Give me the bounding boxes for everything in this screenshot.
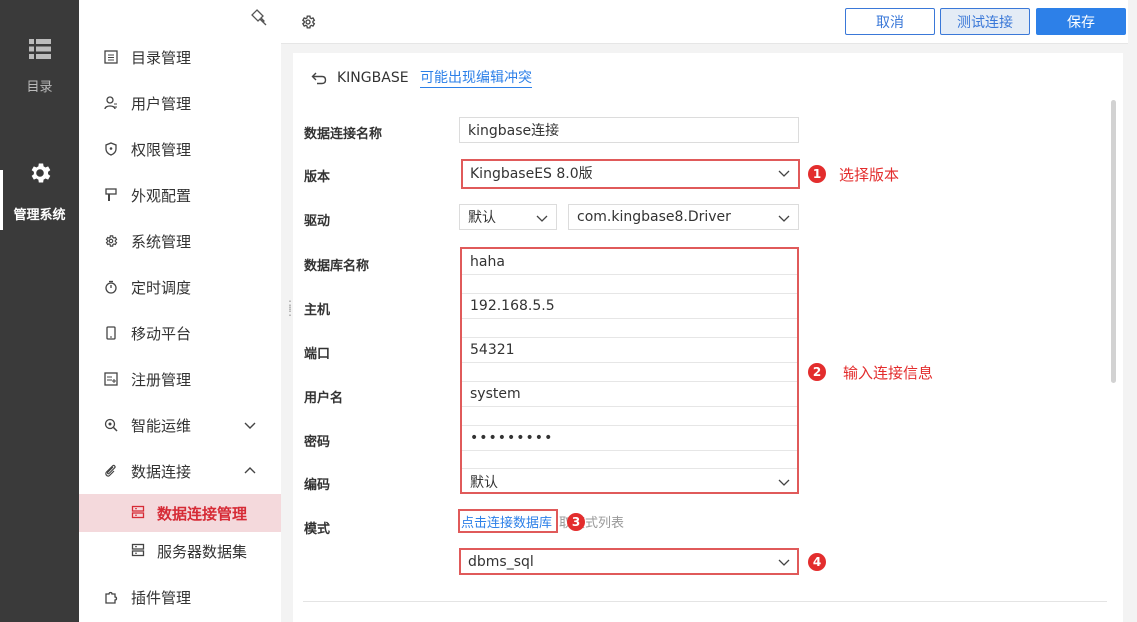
sidebar-menu: 目录管理 用户管理 权限管理 外观配置 系统管理 定时调度 移动平台 注册管理: [79, 34, 281, 620]
driver-class-value: com.kingbase8.Driver: [577, 209, 731, 225]
db-type-label: KINGBASE: [337, 70, 409, 86]
edit-conflict-link[interactable]: 可能出现编辑冲突: [420, 70, 532, 88]
rail-catalog-label: 目录: [26, 80, 53, 95]
driver-mode-value: 默认: [468, 210, 496, 226]
plugin-icon: [103, 589, 119, 605]
sidebar-item-ops[interactable]: 智能运维: [79, 402, 281, 448]
sidebar-item-permission[interactable]: 权限管理: [79, 126, 281, 172]
sidebar-subitem-data-connection-manage[interactable]: 数据连接管理: [79, 494, 281, 532]
brush-icon: [103, 187, 119, 203]
rail-item-catalog[interactable]: 目录: [0, 38, 79, 95]
sidebar: 目录管理 用户管理 权限管理 外观配置 系统管理 定时调度 移动平台 注册管理: [79, 0, 281, 622]
sidebar-item-appearance[interactable]: 外观配置: [79, 172, 281, 218]
panel-divider: [303, 601, 1107, 602]
sidebar-item-catalog-manage[interactable]: 目录管理: [79, 34, 281, 80]
sidebar-item-user-manage[interactable]: 用户管理: [79, 80, 281, 126]
sidebar-item-label: 注册管理: [131, 370, 192, 389]
list-icon: [28, 39, 51, 59]
timer-icon: [103, 279, 119, 295]
back-button[interactable]: KINGBASE: [311, 70, 409, 86]
server-dataset-icon: [131, 543, 147, 559]
catalog-icon: [103, 49, 119, 65]
driver-label: 驱动: [304, 214, 331, 229]
sidebar-item-schedule[interactable]: 定时调度: [79, 264, 281, 310]
register-icon: [103, 371, 119, 387]
save-button[interactable]: 保存: [1036, 8, 1126, 35]
datasource-icon: [131, 505, 147, 521]
driver-mode-select[interactable]: 默认: [459, 204, 557, 230]
gear-icon: [31, 163, 50, 183]
port-label: 端口: [304, 347, 331, 362]
sidebar-subitem-label: 服务器数据集: [157, 542, 248, 561]
phone-icon: [103, 325, 119, 341]
step-badge-4: 4: [808, 553, 826, 571]
cancel-button[interactable]: 取消: [845, 8, 935, 35]
sidebar-item-data-connection[interactable]: 数据连接: [79, 448, 281, 494]
chevron-up-icon: [244, 467, 256, 474]
ops-icon: [103, 417, 119, 433]
chevron-down-icon: [778, 215, 790, 222]
rail-admin-label: 管理系统: [13, 208, 66, 223]
pin-icon[interactable]: [251, 8, 269, 26]
sidebar-item-label: 目录管理: [131, 48, 192, 67]
dbname-label: 数据库名称: [304, 259, 370, 274]
connection-name-field[interactable]: kingbase连接: [459, 117, 799, 143]
chevron-down-icon: [536, 215, 548, 222]
sidebar-subitem-server-dataset[interactable]: 服务器数据集: [79, 532, 281, 570]
highlight-box-version: [461, 159, 800, 189]
test-connection-button[interactable]: 测试连接: [940, 8, 1030, 35]
step-1-annotation: 选择版本: [839, 166, 900, 184]
connection-form-panel: KINGBASE 可能出现编辑冲突 数据连接名称 版本 驱动 数据库名称 主机 …: [293, 53, 1123, 622]
highlight-box-connect-link: [458, 509, 558, 533]
encoding-label: 编码: [304, 478, 331, 493]
password-label: 密码: [304, 435, 331, 450]
sidebar-item-label: 智能运维: [131, 416, 192, 435]
form-scrollbar[interactable]: [1111, 100, 1116, 383]
sidebar-item-label: 用户管理: [131, 94, 192, 113]
sidebar-item-label: 数据连接: [131, 462, 192, 481]
connection-name-label: 数据连接名称: [304, 127, 383, 142]
highlight-box-schema: [459, 548, 799, 575]
sidebar-subitem-label: 数据连接管理: [157, 504, 248, 523]
primary-rail: 目录 管理系统: [0, 0, 79, 622]
sidebar-item-label: 系统管理: [131, 232, 192, 251]
sidebar-item-label: 权限管理: [131, 140, 192, 159]
sidebar-item-label: 定时调度: [131, 278, 192, 297]
gear-icon: [103, 233, 119, 249]
sidebar-item-label: 移动平台: [131, 324, 192, 343]
step-badge-1: 1: [808, 165, 826, 183]
settings-icon[interactable]: [300, 14, 316, 30]
sidebar-item-plugin[interactable]: 插件管理: [79, 574, 281, 620]
rail-item-admin[interactable]: 管理系统: [0, 160, 79, 223]
step-badge-3: 3: [567, 513, 585, 531]
host-label: 主机: [304, 303, 331, 318]
back-arrow-icon: [311, 72, 327, 85]
step-2-annotation: 输入连接信息: [843, 364, 934, 382]
highlight-box-connection-info: [460, 247, 799, 494]
user-icon: [103, 95, 119, 111]
sidebar-item-system[interactable]: 系统管理: [79, 218, 281, 264]
sidebar-item-label: 插件管理: [131, 588, 192, 607]
version-label: 版本: [304, 170, 331, 185]
username-label: 用户名: [304, 391, 344, 406]
driver-class-select[interactable]: com.kingbase8.Driver: [568, 204, 799, 230]
shield-icon: [103, 141, 119, 157]
window-right-edge: [1128, 0, 1137, 622]
chevron-down-icon: [244, 422, 256, 429]
link-icon: [103, 463, 119, 479]
step-badge-2: 2: [808, 363, 826, 381]
top-toolbar: 取消 测试连接 保存: [281, 0, 1137, 44]
sidebar-item-register[interactable]: 注册管理: [79, 356, 281, 402]
sidebar-item-label: 外观配置: [131, 186, 192, 205]
sidebar-item-mobile[interactable]: 移动平台: [79, 310, 281, 356]
schema-label: 模式: [304, 522, 331, 537]
